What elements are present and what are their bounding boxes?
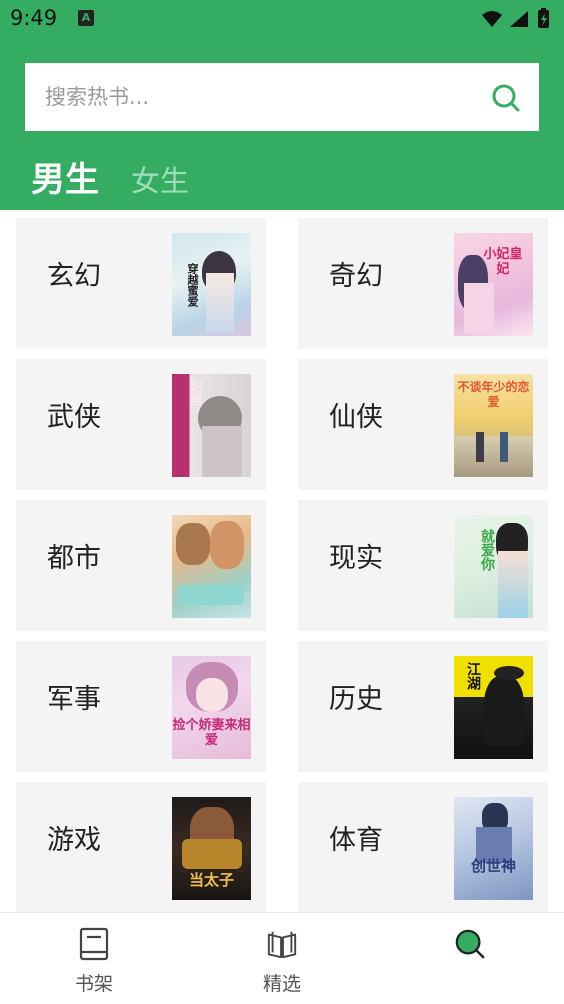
search-box bbox=[25, 63, 539, 131]
category-card-youxi[interactable]: 游戏 当太子 bbox=[16, 782, 266, 913]
book-cover bbox=[172, 515, 251, 618]
book-cover: 小妃皇妃 bbox=[454, 233, 533, 336]
nav-item-bookshelf[interactable]: 书架 bbox=[0, 913, 188, 1004]
book-cover: 就爱你 bbox=[454, 515, 533, 618]
cover-title: 当太子 bbox=[188, 871, 234, 889]
category-label: 都市 bbox=[47, 543, 101, 574]
category-card-qihuan[interactable]: 奇幻 小妃皇妃 bbox=[298, 218, 548, 349]
category-card-lishi[interactable]: 历史 江湖 bbox=[298, 641, 548, 772]
cover-title: 穿越蜜爱 bbox=[186, 263, 199, 307]
tab-female[interactable]: 女生 bbox=[131, 158, 189, 200]
cover-title: 妃君 bbox=[187, 380, 202, 406]
category-label: 玄幻 bbox=[47, 261, 101, 292]
category-label: 仙侠 bbox=[329, 402, 383, 433]
category-label: 历史 bbox=[329, 684, 383, 715]
search-icon bbox=[455, 929, 485, 959]
book-cover: 不谈年少的恋爱 bbox=[454, 374, 533, 477]
book-cover: 创世神 bbox=[454, 797, 533, 900]
category-card-xianxia[interactable]: 仙侠 不谈年少的恋爱 bbox=[298, 359, 548, 490]
search-icon[interactable] bbox=[491, 83, 521, 113]
signal-icon bbox=[510, 11, 528, 27]
category-card-dushi[interactable]: 都市 bbox=[16, 500, 266, 631]
category-label: 现实 bbox=[329, 543, 383, 574]
tab-male[interactable]: 男生 bbox=[31, 152, 99, 201]
open-book-icon bbox=[267, 931, 297, 959]
category-label: 武侠 bbox=[47, 402, 101, 433]
category-label: 体育 bbox=[329, 825, 383, 856]
book-cover: 捡个娇妻来相爱 bbox=[172, 656, 251, 759]
wifi-icon bbox=[482, 11, 502, 27]
nav-label: 精选 bbox=[262, 973, 301, 995]
category-label: 游戏 bbox=[47, 825, 101, 856]
status-bar: 9:49 A bbox=[0, 0, 564, 38]
cover-title: 小妃皇妃 bbox=[483, 247, 523, 277]
nav-item-search[interactable] bbox=[376, 913, 564, 1004]
bookshelf-icon bbox=[79, 927, 109, 961]
cover-title: 江湖 bbox=[465, 662, 481, 690]
nav-item-featured[interactable]: 精选 bbox=[188, 913, 376, 1004]
category-card-xuanhuan[interactable]: 玄幻 穿越蜜爱 bbox=[16, 218, 266, 349]
book-cover: 穿越蜜爱 bbox=[172, 233, 251, 336]
bottom-nav: 书架 精选 bbox=[0, 912, 564, 1004]
category-card-junshi[interactable]: 军事 捡个娇妻来相爱 bbox=[16, 641, 266, 772]
category-label: 军事 bbox=[47, 684, 101, 715]
cover-title: 不谈年少的恋爱 bbox=[457, 380, 530, 409]
nav-label: 书架 bbox=[74, 973, 113, 995]
book-cover: 江湖 bbox=[454, 656, 533, 759]
category-card-wuxia[interactable]: 武侠 妃君 bbox=[16, 359, 266, 490]
category-card-tiyu[interactable]: 体育 创世神 bbox=[298, 782, 548, 913]
book-cover: 当太子 bbox=[172, 797, 251, 900]
cover-title: 捡个娇妻来相爱 bbox=[172, 718, 251, 748]
category-label: 奇幻 bbox=[329, 261, 383, 292]
status-icons bbox=[482, 8, 549, 28]
cover-title: 就爱你 bbox=[479, 529, 495, 571]
header: 9:49 A 男生 女生 bbox=[0, 0, 564, 210]
category-card-xianshi[interactable]: 现实 就爱你 bbox=[298, 500, 548, 631]
book-cover: 妃君 bbox=[172, 374, 251, 477]
notification-icon: A bbox=[78, 10, 94, 26]
status-time: 9:49 bbox=[10, 6, 58, 30]
search-input[interactable] bbox=[25, 63, 465, 131]
cover-title: 创世神 bbox=[470, 857, 516, 875]
